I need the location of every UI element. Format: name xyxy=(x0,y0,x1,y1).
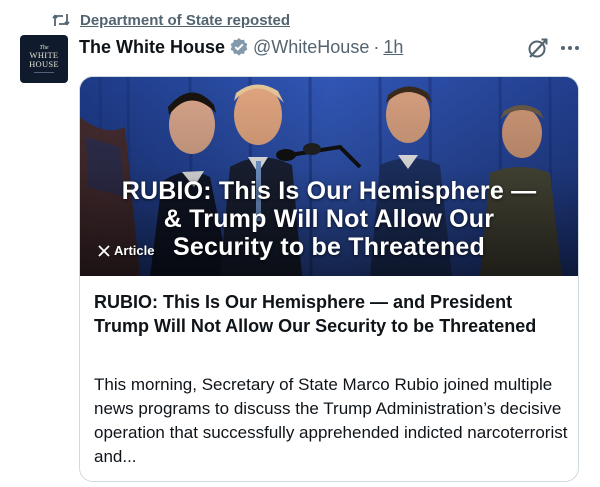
article-image[interactable]: RUBIO: This Is Our Hemisphere — & Trump … xyxy=(80,77,578,276)
grok-icon[interactable] xyxy=(526,36,550,60)
repost-indicator[interactable]: Department of State reposted xyxy=(52,10,290,30)
article-image-headline: RUBIO: This Is Our Hemisphere — & Trump … xyxy=(80,177,578,261)
x-logo-icon xyxy=(98,244,110,257)
repost-icon xyxy=(52,12,70,28)
article-badge-label: Article xyxy=(114,243,155,258)
article-card[interactable]: RUBIO: This Is Our Hemisphere — & Trump … xyxy=(79,76,579,482)
author-avatar[interactable]: The WHITE HOUSE xyxy=(20,35,68,83)
reposter-link[interactable]: Department of State reposted xyxy=(80,12,290,29)
article-title[interactable]: RUBIO: This Is Our Hemisphere — and Pres… xyxy=(94,290,564,338)
author-name[interactable]: The White House xyxy=(79,37,225,58)
avatar-logo-line: HOUSE xyxy=(29,59,59,69)
separator-dot: · xyxy=(373,36,380,57)
more-options-icon[interactable] xyxy=(558,36,582,60)
article-description: This morning, Secretary of State Marco R… xyxy=(94,375,568,466)
verified-badge-icon[interactable] xyxy=(229,37,249,57)
post-header: The White House @WhiteHouse · 1h xyxy=(79,36,403,58)
article-badge: Article xyxy=(98,243,154,258)
avatar-rule xyxy=(34,72,54,73)
headline-line: & Trump Will Not Allow Our xyxy=(163,205,495,233)
headline-line: RUBIO: This Is Our Hemisphere — xyxy=(121,177,537,205)
headline-line: Security to be Threatened xyxy=(172,233,486,261)
author-handle[interactable]: @WhiteHouse xyxy=(253,37,369,58)
post-timestamp[interactable]: 1h xyxy=(383,37,403,58)
